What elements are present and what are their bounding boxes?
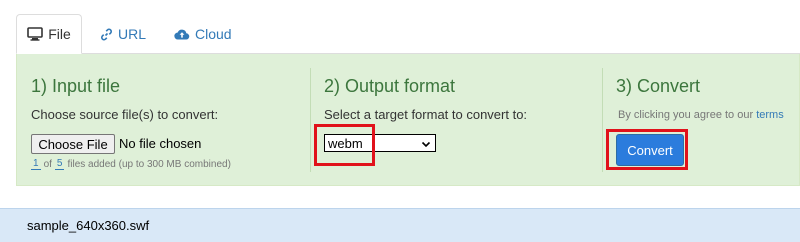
files-of-label: of [43, 158, 52, 170]
tab-cloud[interactable]: Cloud [174, 14, 232, 54]
tab-url-label: URL [118, 26, 147, 42]
convert-section: 3) Convert By clicking you agree to our … [602, 54, 800, 186]
tab-url[interactable]: URL [100, 14, 146, 54]
files-added-counter: 1 of 5 files added (up to 300 MB combine… [31, 158, 231, 170]
input-file-title: 1) Input file [31, 76, 121, 96]
monitor-icon [27, 27, 44, 41]
output-format-section: 2) Output format Select a target format … [310, 54, 602, 186]
input-file-section: 1) Input file Choose source file(s) to c… [17, 54, 310, 186]
cloud-upload-icon [174, 28, 190, 40]
queued-file-name: sample_640x360.swf [27, 218, 150, 233]
convert-button[interactable]: Convert [616, 134, 684, 166]
choose-file-button[interactable]: Choose File [31, 134, 115, 154]
files-note: files added (up to 300 MB combined) [67, 158, 231, 170]
agreement-text: By clicking you agree to our terms [618, 109, 784, 121]
file-queue: sample_640x360.swf [0, 208, 800, 242]
tab-file[interactable]: File [16, 14, 82, 54]
source-tabs: File URL Cloud [0, 0, 800, 54]
files-max-count: 5 [54, 158, 65, 170]
output-format-select[interactable]: webm [324, 134, 436, 152]
files-added-count: 1 [31, 158, 41, 170]
output-format-instruction: Select a target format to convert to: [324, 107, 528, 122]
terms-link[interactable]: terms [756, 109, 784, 121]
convert-title: 3) Convert [616, 76, 701, 96]
input-file-instruction: Choose source file(s) to convert: [31, 107, 219, 122]
selected-format: webm [328, 135, 363, 151]
tab-file-label: File [48, 26, 71, 42]
conversion-panel: 1) Input file Choose source file(s) to c… [16, 54, 800, 186]
agreement-label: By clicking you agree to our [618, 109, 754, 121]
file-status: No file chosen [119, 136, 202, 151]
output-format-title: 2) Output format [324, 76, 456, 96]
link-icon [100, 28, 113, 41]
chevron-down-icon [421, 137, 431, 152]
tab-cloud-label: Cloud [195, 26, 232, 42]
